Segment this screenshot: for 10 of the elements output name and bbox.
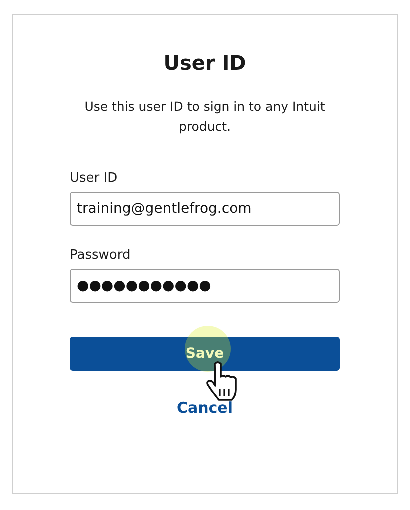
hand-cursor-icon — [206, 361, 238, 403]
field-label: Password — [70, 248, 132, 263]
save-button[interactable]: Save — [70, 337, 340, 371]
description-text: Use this user ID to sign in to any Intuit product. — [84, 98, 326, 136]
cursor-highlight — [185, 326, 231, 372]
dialog-title: User ID — [164, 51, 246, 75]
field-label: User ID — [70, 171, 119, 186]
input-field[interactable]: ●●●●●●●●●●● — [70, 269, 340, 303]
cancel-link[interactable]: Cancel — [176, 399, 233, 417]
input-field[interactable]: training@gentlefrog.com — [70, 192, 340, 226]
